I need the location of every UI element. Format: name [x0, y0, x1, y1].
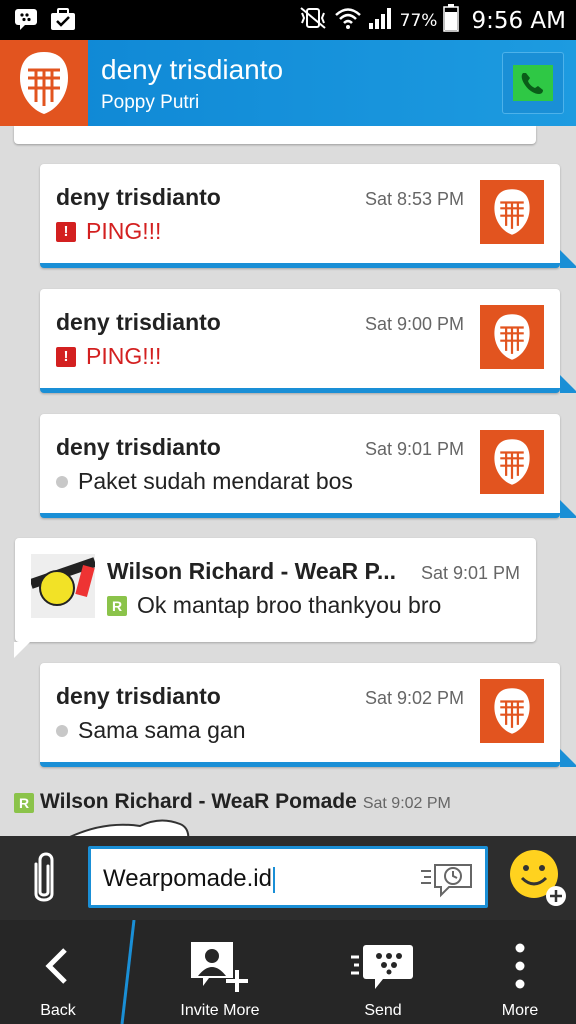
contact-name: deny trisdianto	[101, 54, 284, 85]
goalie-mask-icon	[494, 439, 530, 485]
chat-header: deny trisdianto Poppy Putri	[0, 40, 576, 126]
avatar	[480, 679, 544, 743]
contact-status: Poppy Putri	[101, 92, 200, 113]
message-text: Ok mantap broo thankyou bro	[137, 592, 442, 618]
contact-photo	[31, 554, 95, 618]
avatar	[480, 180, 544, 244]
avatar	[480, 430, 544, 494]
read-receipt-icon: R	[107, 595, 127, 616]
smiley-icon	[510, 850, 566, 906]
goalie-mask-icon	[494, 688, 530, 734]
more-button[interactable]: More	[480, 920, 560, 1024]
back-label: Back	[40, 1002, 76, 1019]
message-bubble[interactable]: deny trisdianto Sat 9:01 PM Paket sudah …	[40, 414, 576, 518]
message-bubble[interactable]: deny trisdianto Sat 9:00 PM ! PING!!!	[40, 289, 576, 393]
paperclip-icon	[34, 852, 54, 902]
vibrate-icon	[298, 6, 328, 35]
invite-more-label: Invite More	[180, 1002, 260, 1019]
divider	[120, 920, 136, 1024]
goalie-mask-icon	[494, 189, 530, 235]
ping-icon: !	[56, 221, 76, 242]
message-sender: deny trisdianto	[56, 434, 221, 460]
status-bar: 77% 9:56 AM	[0, 0, 576, 40]
back-arrow-icon	[45, 948, 67, 984]
voice-note-icon	[421, 864, 472, 898]
message-bubble[interactable]: deny trisdianto Sat 8:53 PM ! PING!!!	[40, 164, 576, 268]
message-text: PING!!!	[86, 343, 162, 369]
send-bbm-icon	[351, 945, 413, 989]
sticker-partial	[69, 819, 190, 836]
action-bar: Back Invite More Send More	[0, 920, 576, 1024]
message-time: Sat 9:01 PM	[420, 563, 520, 583]
avatar	[480, 305, 544, 369]
previous-message-bubble	[14, 126, 536, 144]
send-label: Send	[364, 1002, 402, 1019]
delivered-dot-icon	[56, 724, 68, 737]
ping-icon: !	[56, 346, 76, 367]
back-button[interactable]: Back	[18, 920, 98, 1024]
message-input[interactable]: Wearpomade.id	[88, 846, 488, 908]
message-sender: Wilson Richard - WeaR Pomade	[40, 790, 357, 813]
incoming-message-header: R Wilson Richard - WeaR Pomade Sat 9:02 …	[14, 790, 451, 814]
message-sender: deny trisdianto	[56, 184, 221, 210]
read-receipt-icon: R	[14, 793, 34, 813]
message-time: Sat 9:01 PM	[364, 439, 464, 459]
message-bubble[interactable]: Wilson Richard - WeaR P... Sat 9:01 PM R…	[14, 538, 536, 658]
voice-note-button[interactable]	[419, 859, 475, 904]
call-button[interactable]	[502, 52, 564, 114]
message-time: Sat 9:00 PM	[364, 314, 464, 334]
emoticon-button[interactable]	[508, 848, 568, 908]
message-input-text: Wearpomade.id	[103, 865, 272, 892]
message-bubble[interactable]: deny trisdianto Sat 9:02 PM Sama sama ga…	[40, 663, 576, 767]
message-text: PING!!!	[86, 218, 162, 244]
message-time: Sat 9:02 PM	[362, 795, 451, 812]
phone-icon	[513, 65, 553, 101]
message-sender: deny trisdianto	[56, 683, 221, 709]
more-vertical-icon	[515, 943, 525, 989]
bbm-icon	[14, 7, 38, 36]
compose-bar: Wearpomade.id	[0, 836, 576, 920]
message-list[interactable]: deny trisdianto Sat 8:53 PM ! PING!!! de…	[0, 126, 576, 836]
message-time: Sat 8:53 PM	[364, 189, 464, 209]
message-text: Sama sama gan	[78, 717, 246, 743]
add-contact-icon	[191, 942, 248, 992]
invite-more-button[interactable]: Invite More	[170, 920, 270, 1024]
message-text: Paket sudah mendarat bos	[78, 468, 353, 494]
delivered-dot-icon	[56, 475, 68, 488]
goalie-mask-icon	[20, 52, 68, 114]
battery-icon	[443, 4, 460, 37]
message-time: Sat 9:02 PM	[364, 688, 464, 708]
goalie-mask-icon	[494, 314, 530, 360]
more-label: More	[501, 1002, 539, 1019]
wifi-icon	[334, 6, 362, 35]
signal-icon	[368, 6, 394, 35]
attach-button[interactable]	[24, 850, 64, 913]
battery-percent: 77%	[399, 10, 438, 31]
avatar[interactable]	[0, 40, 88, 126]
message-sender: Wilson Richard - WeaR P...	[107, 558, 397, 584]
message-sender: deny trisdianto	[56, 309, 221, 335]
send-button[interactable]: Send	[338, 920, 428, 1024]
clock: 9:56 AM	[471, 7, 566, 34]
briefcase-icon	[50, 7, 76, 36]
